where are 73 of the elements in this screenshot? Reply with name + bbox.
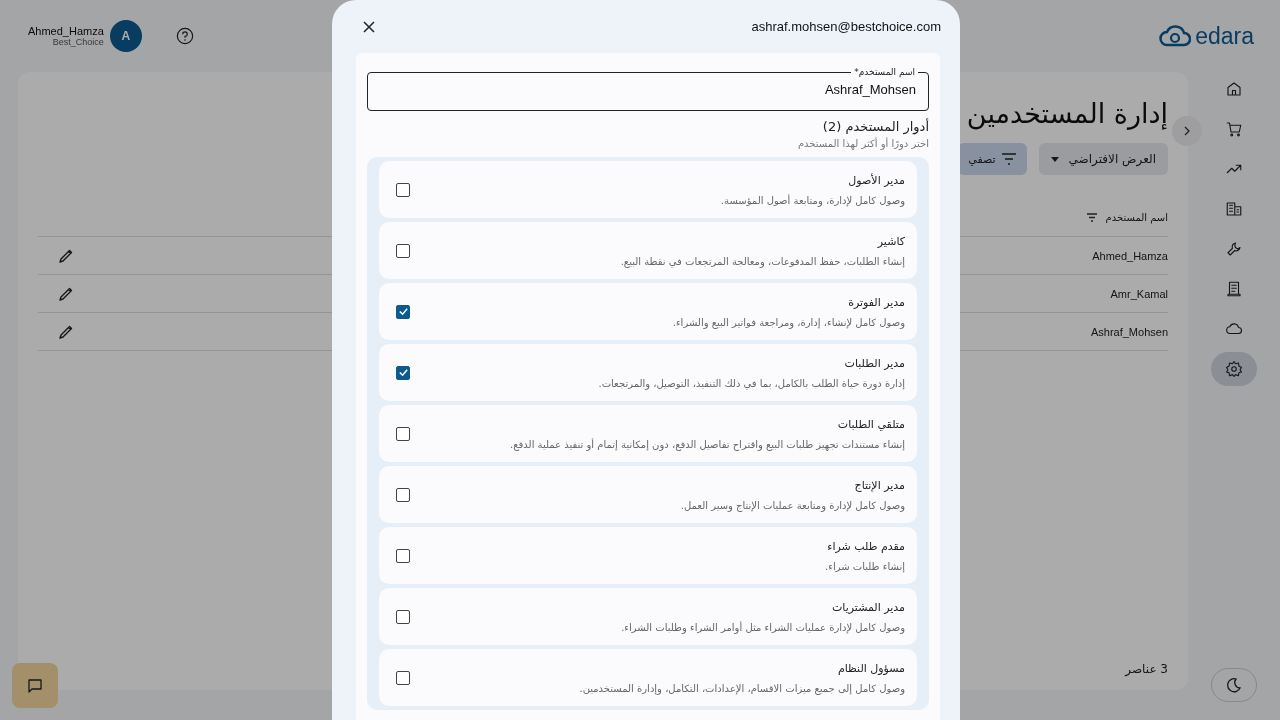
role-name: كاشير xyxy=(876,234,905,248)
filter-icon xyxy=(1000,153,1017,165)
field-value: Ashraf_Mohsen xyxy=(824,81,916,97)
role-description: وصول كامل إلى جميع ميزات الاقسام، الإعدادات، التكامل، وإدارة المستخدمين. xyxy=(579,682,905,694)
home-icon xyxy=(1225,80,1243,98)
role-card[interactable]: مدير الطلبات إدارة دورة حياة الطلب بالكامل، بما في ذلك التنفيذ، التوصيل، والمرتجعات. xyxy=(379,344,917,401)
role-description: وصول كامل لإدارة ومتابعة عمليات الإنتاج وسير العمل. xyxy=(680,499,905,511)
dialog-title: ashraf.mohsen@bestchoice.com xyxy=(751,19,941,34)
pencil-icon[interactable] xyxy=(58,285,74,302)
cart-icon xyxy=(1225,120,1243,138)
role-description: وصول كامل لإدارة، ومتابعة أصول المؤسسة. xyxy=(720,194,905,206)
role-card[interactable]: مدير الأصول وصول كامل لإدارة، ومتابعة أصول المؤسسة. xyxy=(379,161,917,218)
column-header: اسم المستخدم xyxy=(1105,212,1168,223)
chevron-icon xyxy=(1183,126,1191,136)
role-checkbox[interactable] xyxy=(396,182,410,197)
role-card[interactable]: كاشير إنشاء الطلبات، حفظ المدفوعات، ومعالجة المرتجعات في نقطة البيع. xyxy=(379,222,917,279)
wrench-icon xyxy=(1225,240,1243,258)
role-card[interactable]: مدير المشتريات وصول كامل لإدارة عمليات الشراء مثل أوامر الشراء وطلبات الشراء. xyxy=(379,588,917,645)
role-checkbox[interactable] xyxy=(396,426,410,441)
role-card[interactable]: مسؤول النظام وصول كامل إلى جميع ميزات الاقسام، الإعدادات، التكامل، وإدارة المستخدمين. xyxy=(379,649,917,706)
role-name: مسؤول النظام xyxy=(836,661,905,675)
company-name: Best_Choice xyxy=(52,37,104,47)
table-cell: Ashraf_Mohsen xyxy=(1090,325,1168,338)
role-checkbox[interactable] xyxy=(396,548,410,563)
role-card[interactable]: مدير الإنتاج وصول كامل لإدارة ومتابعة عمليات الإنتاج وسير العمل. xyxy=(379,466,917,523)
role-description: إدارة دورة حياة الطلب بالكامل، بما في ذلك التنفيذ، التوصيل، والمرتجعات. xyxy=(598,377,905,389)
role-card[interactable]: مقدم طلب شراء إنشاء طلبات شراء. xyxy=(379,527,917,584)
roles-heading: أدوار المستخدم (2) xyxy=(821,119,929,134)
cloud-logo-icon xyxy=(1159,25,1192,47)
role-name: مقدم طلب شراء xyxy=(826,539,905,553)
table-cell: Amr_Kamal xyxy=(1110,287,1168,300)
view-dropdown[interactable]: العرض الافتراضي xyxy=(1038,143,1168,175)
role-description: إنشاء الطلبات، حفظ المدفوعات، ومعالجة المرتجعات في نقطة البيع. xyxy=(620,255,905,267)
building-icon xyxy=(1225,200,1243,218)
role-name: مدير المشتريات xyxy=(830,600,905,614)
role-name: مدير الطلبات xyxy=(843,356,905,370)
role-checkbox[interactable] xyxy=(396,365,410,380)
filter-icon[interactable] xyxy=(1085,213,1098,222)
sidebar-item[interactable] xyxy=(1211,352,1257,386)
settings-icon xyxy=(1225,360,1243,378)
moon-icon xyxy=(1226,677,1242,693)
role-checkbox[interactable] xyxy=(396,609,410,624)
item-count: 3 عناصر xyxy=(1125,662,1168,676)
role-description: إنشاء مستندات تجهيز طلبات البيع واقتراح تفاصيل الدفع، دون إمكانية إتمام أو تنفيذ عملية الدفع. xyxy=(510,438,905,450)
chat-icon xyxy=(27,677,43,694)
role-description: وصول كامل لإدارة عمليات الشراء مثل أوامر الشراء وطلبات الشراء. xyxy=(621,621,905,633)
roles-hint: اختر دورًا أو أكثر لهذا المستخدم xyxy=(796,138,929,149)
caret-icon xyxy=(1050,156,1059,162)
role-checkbox[interactable] xyxy=(396,670,410,685)
table-cell: Ahmed_Hamza xyxy=(1092,249,1168,262)
role-description: إنشاء طلبات شراء. xyxy=(825,560,905,572)
role-description: وصول كامل لإنشاء، إدارة، ومراجعة فواتير البيع والشراء. xyxy=(672,316,905,328)
role-card[interactable]: مدير الفوترة وصول كامل لإنشاء، إدارة، ومراجعة فواتير البيع والشراء. xyxy=(379,283,917,340)
user-name: Ahmed_Hamza xyxy=(28,25,104,37)
role-checkbox[interactable] xyxy=(396,304,410,319)
required-mark: * xyxy=(854,67,859,77)
chat-button[interactable] xyxy=(12,663,58,708)
role-checkbox[interactable] xyxy=(396,487,410,502)
pencil-icon[interactable] xyxy=(58,247,74,264)
role-name: مدير الفوترة xyxy=(847,295,905,309)
filter-button[interactable]: تصفي xyxy=(958,143,1027,175)
role-name: متلقي الطلبات xyxy=(836,417,905,431)
role-name: مدير الإنتاج xyxy=(853,478,905,492)
role-card[interactable]: متلقي الطلبات إنشاء مستندات تجهيز طلبات البيع واقتراح تفاصيل الدفع، دون إمكانية إتمام أو تنفيذ عملية الدفع. xyxy=(379,405,917,462)
logo-text: edara xyxy=(1195,22,1254,50)
help-icon[interactable] xyxy=(175,27,194,45)
pencil-icon[interactable] xyxy=(58,323,74,340)
field-label: اسم المستخدم xyxy=(858,67,915,77)
role-name: مدير الأصول xyxy=(847,173,905,187)
user-avatar[interactable]: A xyxy=(109,20,142,52)
role-checkbox[interactable] xyxy=(396,243,410,258)
receipt-icon xyxy=(1225,280,1243,298)
page-title: إدارة المستخدمين xyxy=(966,98,1168,129)
